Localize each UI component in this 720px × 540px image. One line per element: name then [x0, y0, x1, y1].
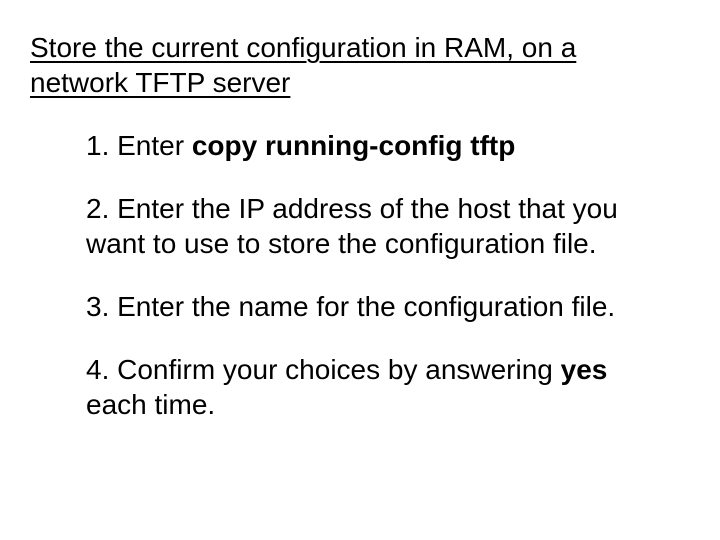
- step-1-command: copy running-config tftp: [192, 130, 516, 161]
- slide-title: Store the current configuration in RAM, …: [30, 30, 680, 100]
- slide: Store the current configuration in RAM, …: [0, 0, 720, 540]
- step-3: 3. Enter the name for the configuration …: [86, 289, 650, 324]
- step-4: 4. Confirm your choices by answering yes…: [86, 352, 650, 422]
- step-1: 1. Enter copy running-config tftp: [86, 128, 650, 163]
- step-4-bold: yes: [561, 354, 608, 385]
- step-4-prefix: 4. Confirm your choices by answering: [86, 354, 561, 385]
- step-2: 2. Enter the IP address of the host that…: [86, 191, 650, 261]
- step-4-suffix: each time.: [86, 389, 215, 420]
- step-1-prefix: 1. Enter: [86, 130, 192, 161]
- steps-list: 1. Enter copy running-config tftp 2. Ent…: [30, 128, 680, 422]
